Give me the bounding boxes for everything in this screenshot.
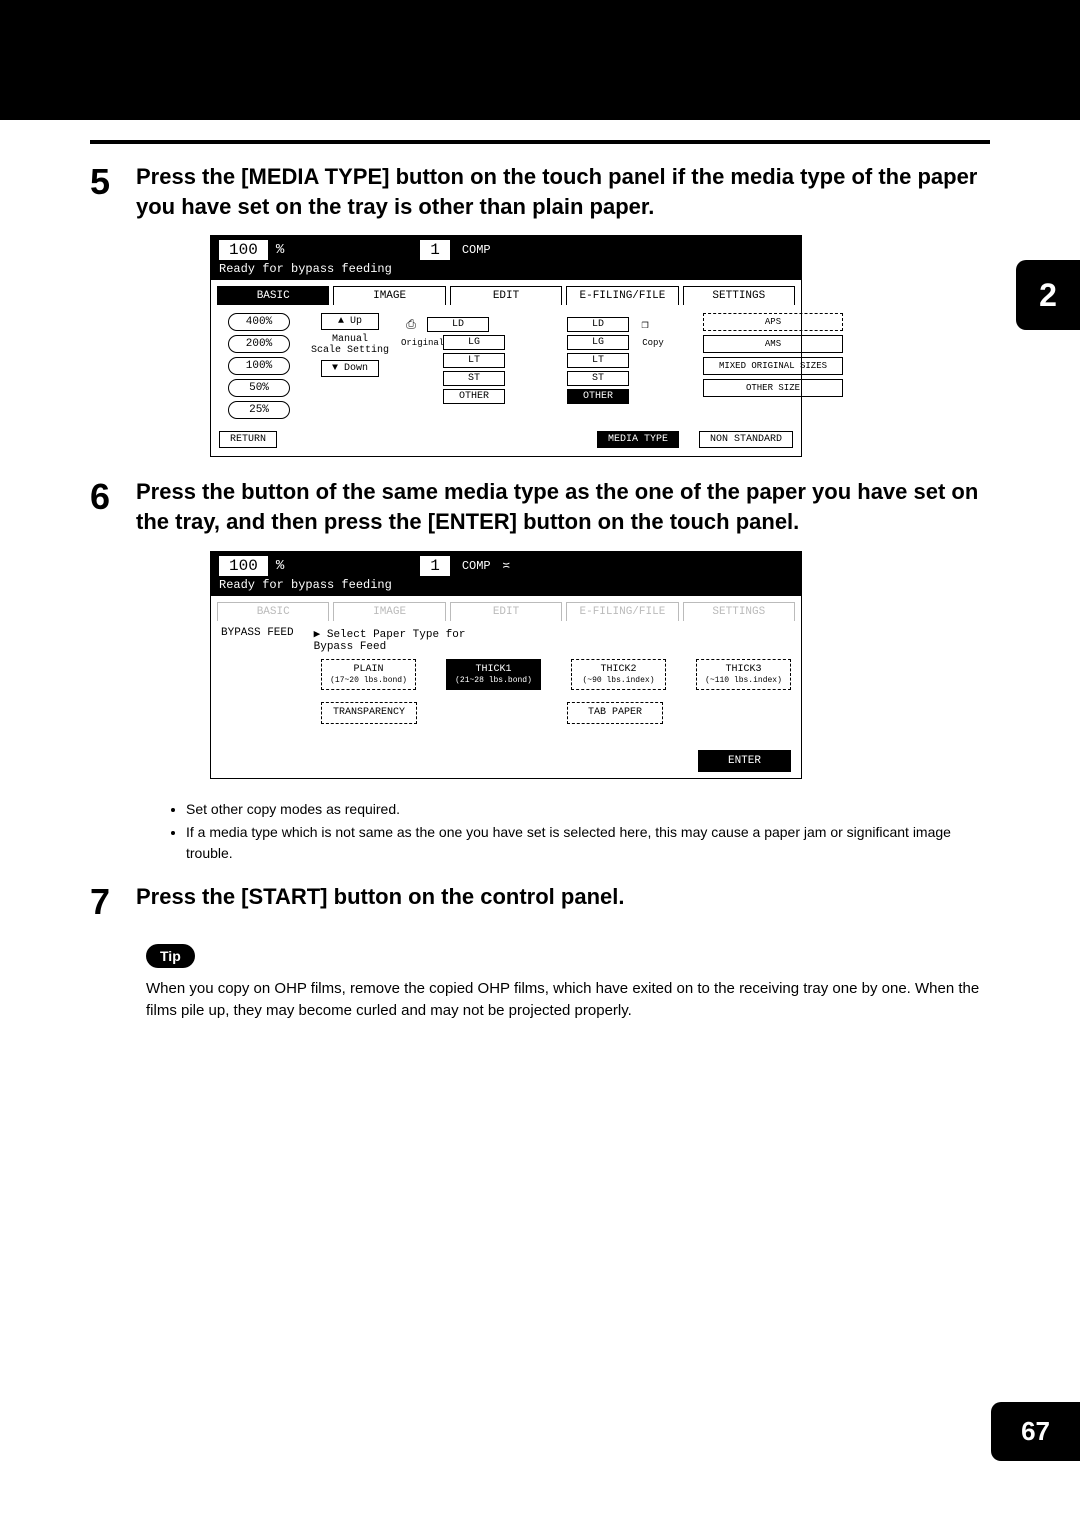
percent-label: % — [276, 242, 284, 258]
manual-scale-label: ManualScale Setting — [311, 334, 389, 356]
touch-panel-media-type: 100 % 1 COMP ≍ Ready for bypass feeding … — [210, 551, 802, 780]
step-7: 7 Press the [START] button on the contro… — [90, 882, 990, 920]
note-item: Set other copy modes as required. — [186, 799, 990, 820]
status-text: Ready for bypass feeding — [219, 578, 793, 592]
panel-footer: RETURN MEDIA TYPE NON STANDARD — [211, 427, 801, 456]
tab-basic[interactable]: BASIC — [217, 286, 329, 305]
manual-scale-column: ▲ Up ManualScale Setting ▼ Down — [305, 313, 395, 377]
return-button[interactable]: RETURN — [219, 431, 277, 448]
orig-st[interactable]: ST — [443, 371, 505, 386]
copy-count: 1 — [420, 556, 450, 576]
zoom-50[interactable]: 50% — [228, 379, 290, 397]
other-size-button[interactable]: OTHER SIZE — [703, 379, 843, 397]
copy-size-column: LD ❐ LG Copy LT ST OTHER — [567, 317, 697, 404]
tip-badge: Tip — [146, 944, 195, 968]
page-number: 67 — [991, 1402, 1080, 1461]
thick1-button[interactable]: THICK1(21~28 lbs.bond) — [446, 659, 541, 691]
orig-lg[interactable]: LG — [443, 335, 505, 350]
percent-label: % — [276, 558, 284, 574]
step-text: Press the [MEDIA TYPE] button on the tou… — [136, 162, 990, 221]
staple-icon: ≍ — [503, 558, 510, 573]
plain-button[interactable]: PLAIN(17~20 lbs.bond) — [321, 659, 416, 691]
mixed-sizes-button[interactable]: MIXED ORIGINAL SIZES — [703, 357, 843, 375]
tab-settings[interactable]: SETTINGS — [683, 286, 795, 305]
tab-basic[interactable]: BASIC — [217, 602, 329, 621]
tab-edit[interactable]: EDIT — [450, 602, 562, 621]
orig-other[interactable]: OTHER — [443, 389, 505, 404]
note-item: If a media type which is not same as the… — [186, 822, 990, 864]
step-number: 7 — [90, 882, 136, 920]
bypass-feed-label: BYPASS FEED — [221, 627, 294, 639]
zoom-value: 100 — [219, 240, 268, 260]
panel-tabs: BASIC IMAGE EDIT E-FILING/FILE SETTINGS — [211, 280, 801, 305]
touch-panel-zoom-size: 100 % 1 COMP Ready for bypass feeding BA… — [210, 235, 802, 457]
thick2-button[interactable]: THICK2(~90 lbs.index) — [571, 659, 666, 691]
copy-lg[interactable]: LG — [567, 335, 629, 350]
comp-mode: COMP — [462, 243, 491, 257]
zoom-25[interactable]: 25% — [228, 401, 290, 419]
select-paper-type-prompt: Select Paper Type for Bypass Feed — [314, 629, 466, 653]
copy-count: 1 — [420, 240, 450, 260]
step-5: 5 Press the [MEDIA TYPE] button on the t… — [90, 162, 990, 221]
original-label: Original — [401, 338, 437, 348]
tab-image[interactable]: IMAGE — [333, 286, 445, 305]
header-black-bar — [0, 0, 1080, 120]
scale-down-button[interactable]: ▼ Down — [321, 360, 379, 377]
step-number: 6 — [90, 477, 136, 515]
copy-st[interactable]: ST — [567, 371, 629, 386]
tab-efiling[interactable]: E-FILING/FILE — [566, 602, 678, 621]
tab-efiling[interactable]: E-FILING/FILE — [566, 286, 678, 305]
zoom-400[interactable]: 400% — [228, 313, 290, 331]
right-options-column: APS AMS MIXED ORIGINAL SIZES OTHER SIZE — [703, 313, 843, 397]
step-6: 6 Press the button of the same media typ… — [90, 477, 990, 536]
copy-ld[interactable]: LD — [567, 317, 629, 332]
enter-button[interactable]: ENTER — [698, 750, 791, 772]
tab-edit[interactable]: EDIT — [450, 286, 562, 305]
original-size-column: ⎙ LD Original LG LT ST OTHER — [401, 317, 561, 404]
thick3-button[interactable]: THICK3(~110 lbs.index) — [696, 659, 791, 691]
tab-image[interactable]: IMAGE — [333, 602, 445, 621]
zoom-preset-column: 400% 200% 100% 50% 25% — [219, 313, 299, 419]
step-text: Press the [START] button on the control … — [136, 882, 624, 912]
copy-other[interactable]: OTHER — [567, 389, 629, 404]
original-icon: ⎙ — [401, 318, 421, 332]
horizontal-rule — [90, 140, 990, 144]
copy-icon: ❐ — [635, 317, 655, 332]
zoom-200[interactable]: 200% — [228, 335, 290, 353]
comp-mode: COMP — [462, 559, 491, 573]
panel-tabs: BASIC IMAGE EDIT E-FILING/FILE SETTINGS — [211, 596, 801, 621]
status-text: Ready for bypass feeding — [219, 262, 793, 276]
transparency-button[interactable]: TRANSPARENCY — [321, 702, 417, 724]
step-6-notes: Set other copy modes as required. If a m… — [146, 799, 990, 864]
orig-lt[interactable]: LT — [443, 353, 505, 368]
zoom-100[interactable]: 100% — [228, 357, 290, 375]
non-standard-button[interactable]: NON STANDARD — [699, 431, 793, 448]
tab-settings[interactable]: SETTINGS — [683, 602, 795, 621]
chapter-side-tab: 2 — [1016, 260, 1080, 330]
panel-status-bar: 100 % 1 COMP ≍ Ready for bypass feeding — [211, 552, 801, 596]
panel-status-bar: 100 % 1 COMP Ready for bypass feeding — [211, 236, 801, 280]
copy-label: Copy — [635, 338, 671, 348]
scale-up-button[interactable]: ▲ Up — [321, 313, 379, 330]
orig-ld[interactable]: LD — [427, 317, 489, 332]
step-number: 5 — [90, 162, 136, 200]
step-text: Press the button of the same media type … — [136, 477, 990, 536]
aps-button[interactable]: APS — [703, 313, 843, 331]
copy-lt[interactable]: LT — [567, 353, 629, 368]
tip-text: When you copy on OHP films, remove the c… — [146, 978, 990, 1022]
media-type-button[interactable]: MEDIA TYPE — [597, 431, 679, 448]
tab-paper-button[interactable]: TAB PAPER — [567, 702, 663, 724]
zoom-value: 100 — [219, 556, 268, 576]
ams-button[interactable]: AMS — [703, 335, 843, 353]
